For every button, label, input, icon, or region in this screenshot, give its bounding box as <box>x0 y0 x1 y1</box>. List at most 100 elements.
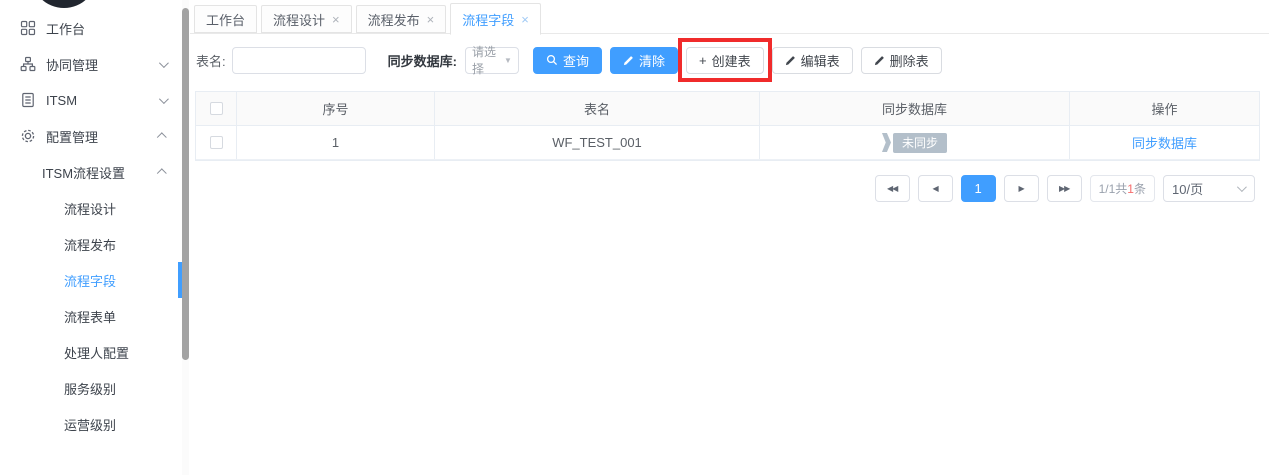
page-size-select[interactable]: 10/页 <box>1163 175 1255 202</box>
status-badge: 未同步 <box>882 133 947 153</box>
sidebar-item-process-forms[interactable]: 流程表单 <box>0 298 190 334</box>
summary-count: 1 <box>1127 182 1134 196</box>
sidebar-scrollbar[interactable] <box>182 8 189 360</box>
query-button-label: 查询 <box>563 51 589 70</box>
sidebar-item-label: ITSM <box>46 93 77 108</box>
sidebar-group-label: ITSM流程设置 <box>42 163 125 182</box>
sidebar-group-itsm-process-settings[interactable]: ITSM流程设置 <box>0 154 190 190</box>
tab-process-design[interactable]: 流程设计 × <box>261 5 352 33</box>
table-header-row: 序号 表名 同步数据库 操作 <box>196 92 1259 126</box>
create-table-button[interactable]: + 创建表 <box>686 47 764 74</box>
column-header-action: 操作 <box>1069 92 1259 125</box>
tab-process-publish[interactable]: 流程发布 × <box>356 5 447 33</box>
logo <box>31 0 97 8</box>
sidebar-item-collaboration[interactable]: 协同管理 <box>0 46 190 82</box>
sidebar-item-label: 流程设计 <box>64 199 116 218</box>
data-table: 序号 表名 同步数据库 操作 1 WF_TEST_001 未同步 同步数据库 <box>195 91 1260 161</box>
prev-page-button[interactable]: ◀ <box>918 175 953 202</box>
next-page-button[interactable]: ▶ <box>1004 175 1039 202</box>
create-table-button-label: 创建表 <box>712 51 751 70</box>
query-button[interactable]: 查询 <box>533 47 602 74</box>
org-icon <box>20 56 36 72</box>
edit-table-button[interactable]: 编辑表 <box>772 47 853 74</box>
chevron-down-icon <box>159 58 169 68</box>
chevron-down-icon <box>1237 182 1247 192</box>
select-placeholder: 请选择 <box>472 43 504 77</box>
close-icon[interactable]: × <box>332 13 340 26</box>
cell-no: 1 <box>236 126 434 159</box>
tab-workbench[interactable]: 工作台 <box>194 5 257 33</box>
tab-label: 工作台 <box>206 10 245 29</box>
close-icon[interactable]: × <box>427 13 435 26</box>
sidebar-item-process-fields[interactable]: 流程字段 <box>0 262 190 298</box>
clear-button-label: 清除 <box>639 51 665 70</box>
tab-label: 流程字段 <box>462 10 514 29</box>
pencil-icon <box>874 55 885 66</box>
sync-db-label: 同步数据库: <box>388 51 457 70</box>
column-header-no: 序号 <box>236 92 434 125</box>
summary-suffix: 条 <box>1134 180 1146 197</box>
page-summary: 1/1共1条 <box>1090 175 1155 202</box>
delete-table-button-label: 删除表 <box>890 51 929 70</box>
first-page-button[interactable]: ◀◀ <box>875 175 910 202</box>
sidebar-item-label: 运营级别 <box>64 415 116 434</box>
close-icon[interactable]: × <box>521 13 529 26</box>
sidebar-nav: 工作台 协同管理 <box>0 10 190 442</box>
chevron-down-icon <box>159 94 169 104</box>
table-row: 1 WF_TEST_001 未同步 同步数据库 <box>196 126 1259 160</box>
last-page-icon: ▶▶ <box>1059 184 1069 193</box>
sidebar-item-operation-level[interactable]: 运营级别 <box>0 406 190 442</box>
delete-table-button[interactable]: 删除表 <box>861 47 942 74</box>
tab-label: 流程发布 <box>368 10 420 29</box>
sidebar-item-workbench[interactable]: 工作台 <box>0 10 190 46</box>
pencil-icon <box>623 55 634 66</box>
sidebar-item-process-publish[interactable]: 流程发布 <box>0 226 190 262</box>
page-number-button[interactable]: 1 <box>961 175 996 202</box>
first-page-icon: ◀◀ <box>887 184 897 193</box>
cell-name: WF_TEST_001 <box>434 126 759 159</box>
column-header-sync: 同步数据库 <box>759 92 1069 125</box>
sync-db-select[interactable]: 请选择 ▼ <box>465 47 519 74</box>
sidebar-item-label: 流程表单 <box>64 307 116 326</box>
column-header-name: 表名 <box>434 92 759 125</box>
sidebar-item-label: 流程字段 <box>64 271 116 290</box>
sidebar: 工作台 协同管理 <box>0 0 190 475</box>
row-checkbox[interactable] <box>210 136 223 149</box>
table-name-label: 表名: <box>196 51 226 70</box>
caret-down-icon: ▼ <box>504 56 512 65</box>
main-content: 工作台 流程设计 × 流程发布 × 流程字段 × 表名: 同步数据库: 请选择 … <box>190 0 1269 475</box>
sidebar-item-label: 服务级别 <box>64 379 116 398</box>
sidebar-item-label: 工作台 <box>46 19 85 38</box>
tab-label: 流程设计 <box>273 10 325 29</box>
ribbon-tail-icon <box>882 133 891 152</box>
sync-database-link[interactable]: 同步数据库 <box>1132 133 1197 152</box>
last-page-button[interactable]: ▶▶ <box>1047 175 1082 202</box>
sidebar-item-process-design[interactable]: 流程设计 <box>0 190 190 226</box>
summary-prefix: 1/1共 <box>1099 180 1128 197</box>
chevron-up-icon <box>157 168 167 178</box>
search-icon <box>546 54 558 66</box>
sidebar-item-handler-config[interactable]: 处理人配置 <box>0 334 190 370</box>
sidebar-item-itsm[interactable]: ITSM <box>0 82 190 118</box>
table-name-input[interactable] <box>232 47 366 74</box>
sidebar-item-service-level[interactable]: 服务级别 <box>0 370 190 406</box>
sidebar-item-label: 处理人配置 <box>64 343 129 362</box>
app-window: 工作台 协同管理 <box>0 0 1269 475</box>
prev-page-icon: ◀ <box>933 184 938 193</box>
grid-icon <box>20 20 36 36</box>
pagination: ◀◀ ◀ 1 ▶ ▶▶ 1/1共1条 10/页 <box>190 175 1269 202</box>
document-icon <box>20 92 36 108</box>
tab-process-fields[interactable]: 流程字段 × <box>450 3 541 35</box>
page-size-value: 10/页 <box>1172 179 1203 198</box>
select-all-checkbox[interactable] <box>210 102 223 115</box>
gear-icon <box>20 128 36 144</box>
plus-icon: + <box>699 53 707 68</box>
sidebar-item-configuration[interactable]: 配置管理 <box>0 118 190 154</box>
tab-bar: 工作台 流程设计 × 流程发布 × 流程字段 × <box>190 0 1269 34</box>
page-number: 1 <box>974 181 981 196</box>
pencil-icon <box>785 55 796 66</box>
sidebar-item-label: 配置管理 <box>46 127 98 146</box>
filter-bar: 表名: 同步数据库: 请选择 ▼ 查询 清除 + 创建表 <box>190 46 1269 74</box>
next-page-icon: ▶ <box>1019 184 1024 193</box>
clear-button[interactable]: 清除 <box>610 47 678 74</box>
